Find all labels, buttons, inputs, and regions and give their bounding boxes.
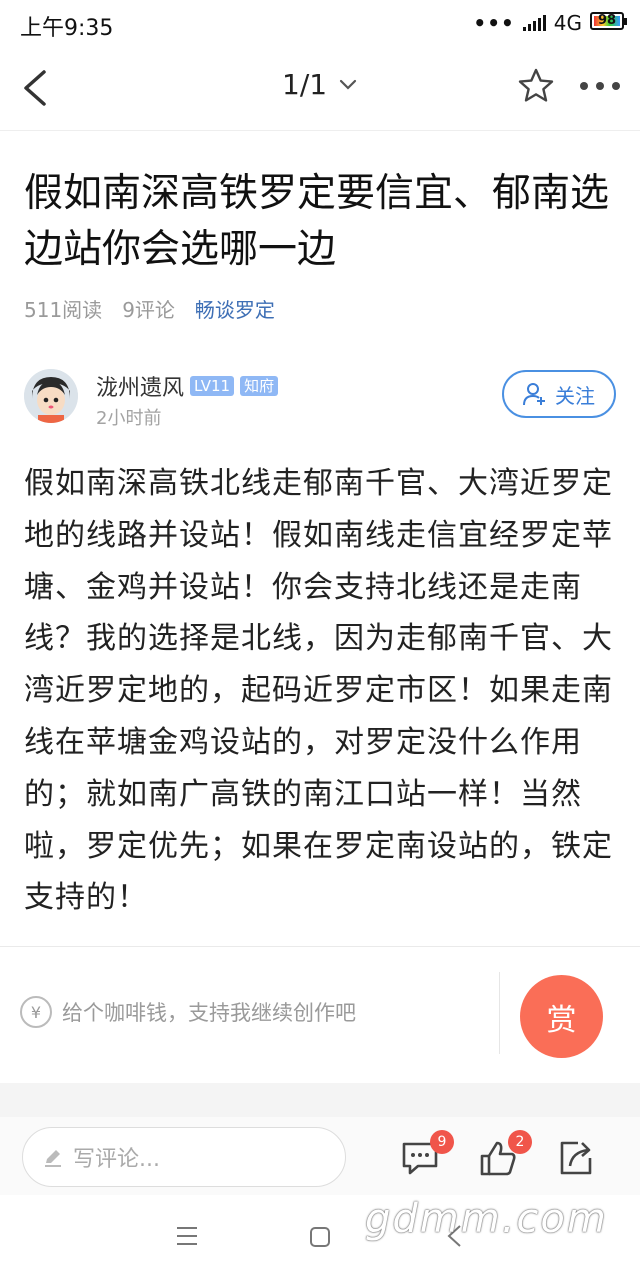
share-button[interactable]	[556, 1138, 596, 1178]
battery-icon: 98	[590, 12, 627, 30]
reward-tip: ¥ 给个咖啡钱，支持我继续创作吧	[20, 996, 356, 1028]
section-gap	[0, 1083, 640, 1117]
forum-link[interactable]: 畅谈罗定	[195, 294, 275, 323]
comment-count-text: 9评论	[122, 298, 175, 322]
author-info: 泷州遗风 LV11 知府	[96, 370, 279, 402]
like-button[interactable]: 2	[478, 1130, 532, 1178]
page-selector[interactable]: 1/1	[282, 68, 357, 101]
read-count: 511阅读	[24, 298, 103, 322]
comment-placeholder: 写评论...	[73, 1147, 160, 1172]
watermark: gdmm.com	[365, 1196, 608, 1242]
pencil-icon	[45, 1150, 61, 1167]
post-meta: 511阅读 9评论 畅谈罗定	[24, 294, 275, 323]
rank-badge: 知府	[240, 376, 279, 396]
signal-icon	[522, 15, 546, 31]
post-title: 假如南深高铁罗定要信宜、郁南选边站你会选哪一边	[24, 171, 610, 272]
follow-label: 关注	[555, 383, 595, 408]
status-bar: 上午9:35 ••• 4G 98	[0, 0, 640, 46]
more-options-icon[interactable]	[578, 76, 622, 96]
like-count-badge: 2	[508, 1130, 532, 1154]
yen-icon: ¥	[20, 996, 52, 1028]
menu-icon[interactable]	[176, 1226, 198, 1246]
home-icon[interactable]	[309, 1226, 331, 1248]
top-nav-bar: 1/1	[0, 46, 640, 131]
avatar[interactable]	[24, 369, 78, 423]
comment-input[interactable]: 写评论...	[22, 1127, 346, 1187]
level-badge: LV11	[190, 376, 235, 396]
share-icon	[560, 1141, 592, 1175]
status-time: 上午9:35	[20, 16, 114, 41]
divider	[499, 972, 500, 1054]
comments-button[interactable]: 9	[400, 1130, 454, 1178]
follow-button[interactable]: 关注	[502, 370, 616, 418]
post-time: 2小时前	[96, 408, 162, 429]
network-type: 4G	[553, 11, 582, 35]
chevron-down-icon	[339, 79, 357, 90]
reward-tip-text: 给个咖啡钱，支持我继续创作吧	[62, 1001, 356, 1025]
post-body: 假如南深高铁北线走郁南千官、大湾近罗定地的线路并设站！假如南线走信宜经罗定苹塘、…	[24, 466, 613, 916]
author-name[interactable]: 泷州遗风	[96, 370, 184, 402]
network-indicator: ••• 4G	[473, 11, 582, 35]
battery-level: 98	[597, 13, 617, 28]
favorite-star-icon[interactable]	[516, 66, 556, 106]
add-user-icon	[523, 383, 545, 406]
page-indicator: 1/1	[282, 68, 328, 101]
comment-count-badge: 9	[430, 1130, 454, 1154]
more-notifications-icon: •••	[473, 11, 515, 35]
back-arrow-icon[interactable]	[18, 68, 58, 108]
reward-button[interactable]: 赏	[520, 975, 603, 1058]
divider	[0, 946, 640, 947]
